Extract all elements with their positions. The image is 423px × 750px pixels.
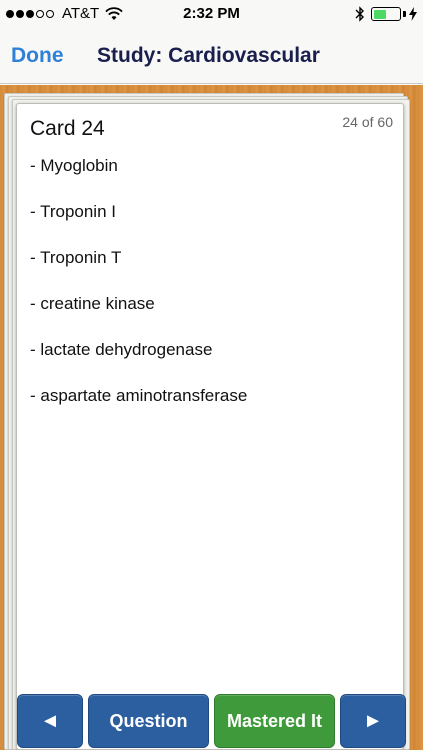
charging-bolt-icon — [409, 7, 417, 21]
right-arrow-icon: ► — [363, 709, 383, 732]
question-button[interactable]: Question — [88, 694, 209, 748]
mastered-it-button[interactable]: Mastered It — [214, 694, 335, 748]
previous-card-button[interactable]: ◄ — [17, 694, 83, 748]
battery-level — [373, 9, 386, 19]
page-title: Study: Cardiovascular — [97, 44, 320, 67]
flashcard[interactable]: Card 24 24 of 60 - Myoglobin - Troponin … — [16, 103, 404, 750]
navigation-bar: Done Study: Cardiovascular — [0, 28, 423, 84]
card-title: Card 24 — [30, 117, 105, 140]
status-bar: AT&T 2:32 PM — [0, 0, 423, 28]
list-item: - Myoglobin — [30, 156, 118, 175]
left-arrow-icon: ◄ — [40, 709, 60, 732]
card-counter: 24 of 60 — [342, 114, 393, 130]
battery-tip — [403, 11, 406, 17]
list-item: - creatine kinase — [30, 294, 155, 313]
list-item: - Troponin I — [30, 202, 116, 221]
done-button[interactable]: Done — [11, 44, 64, 68]
list-item: - Troponin T — [30, 248, 122, 267]
status-right — [355, 6, 417, 22]
battery-icon — [371, 7, 401, 21]
next-card-button[interactable]: ► — [340, 694, 406, 748]
answer-list: - Myoglobin - Troponin I - Troponin T - … — [30, 154, 247, 430]
list-item: - lactate dehydrogenase — [30, 340, 213, 359]
bluetooth-icon — [355, 6, 364, 22]
list-item: - aspartate aminotransferase — [30, 386, 248, 405]
